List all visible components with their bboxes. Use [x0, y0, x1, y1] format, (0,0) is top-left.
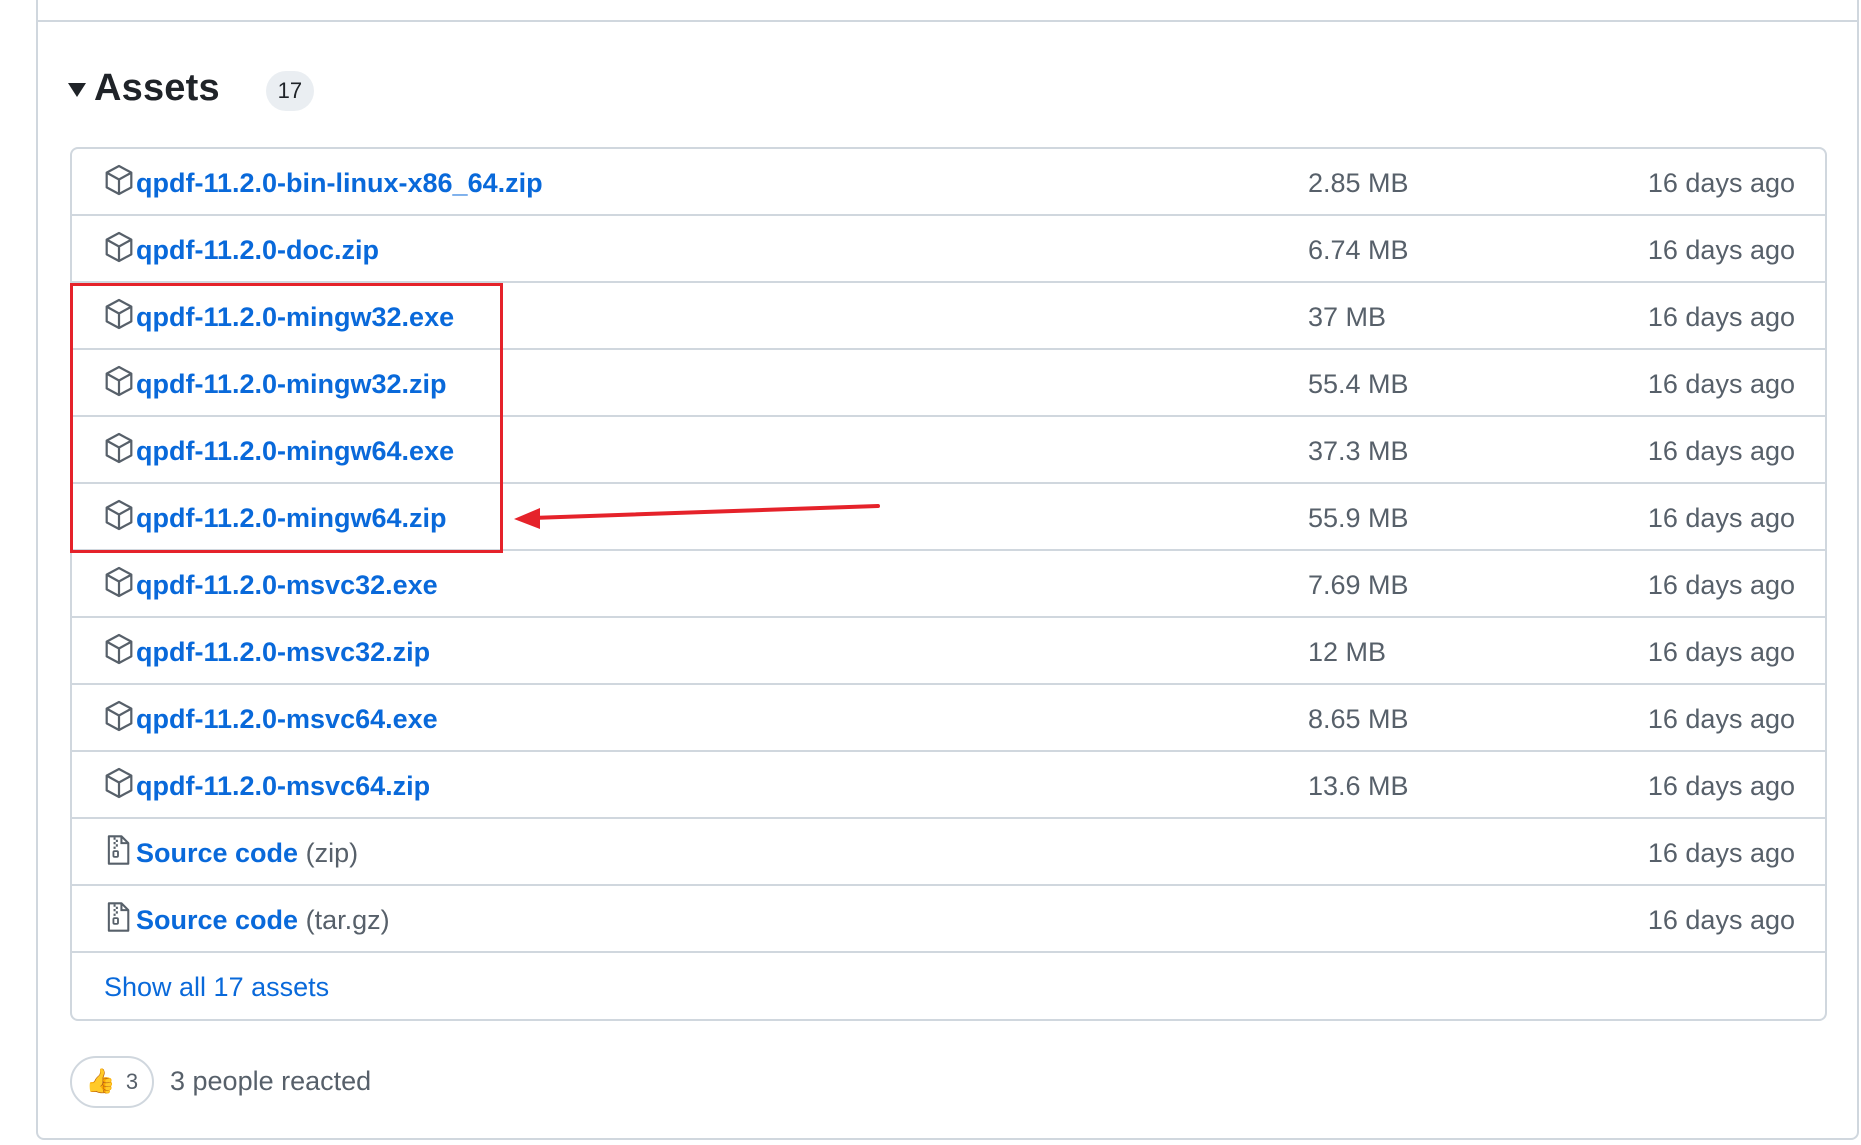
asset-row: qpdf-11.2.0-mingw32.zip 55.4 MB 16 days ag…: [72, 350, 1825, 417]
asset-row: qpdf-11.2.0-mingw64.zip 55.9 MB 16 days ag…: [72, 484, 1825, 551]
asset-date: 16 days ago: [1647, 838, 1795, 868]
caret-down-icon[interactable]: [68, 83, 86, 97]
asset-download-link[interactable]: qpdf-11.2.0-mingw32.zip: [136, 369, 447, 400]
asset-size: 2.85 MB: [1308, 168, 1409, 198]
asset-format-label: (zip): [305, 838, 359, 868]
asset-date: 16 days ago: [1647, 436, 1795, 466]
asset-size: 55.9 MB: [1308, 503, 1409, 533]
asset-download-link[interactable]: qpdf-11.2.0-msvc64.exe: [136, 704, 438, 735]
package-icon: [104, 231, 134, 263]
file-zip-icon: [104, 901, 134, 933]
asset-row: qpdf-11.2.0-mingw32.exe 37 MB 16 days ago: [72, 283, 1825, 350]
assets-header[interactable]: Assets 17: [68, 60, 314, 116]
asset-download-link[interactable]: qpdf-11.2.0-msvc32.zip: [136, 637, 430, 668]
asset-row: qpdf-11.2.0-msvc64.exe 8.65 MB 16 days ago: [72, 685, 1825, 752]
asset-date: 16 days ago: [1647, 369, 1795, 399]
asset-row: Source code (zip) 16 days ago: [72, 819, 1825, 886]
asset-size: 37.3 MB: [1308, 436, 1409, 466]
asset-date: 16 days ago: [1647, 905, 1795, 935]
asset-date: 16 days ago: [1647, 637, 1795, 667]
asset-size: 8.65 MB: [1308, 704, 1409, 734]
asset-row: Source code (tar.gz) 16 days ago: [72, 886, 1825, 953]
asset-download-link[interactable]: qpdf-11.2.0-doc.zip: [136, 235, 379, 266]
package-icon: [104, 298, 134, 330]
asset-download-link[interactable]: Source code: [136, 838, 298, 868]
package-icon: [104, 700, 134, 732]
asset-date: 16 days ago: [1647, 704, 1795, 734]
asset-date: 16 days ago: [1647, 168, 1795, 198]
asset-date: 16 days ago: [1647, 771, 1795, 801]
asset-size: 37 MB: [1308, 302, 1387, 332]
asset-row: qpdf-11.2.0-msvc32.exe 7.69 MB 16 days ago: [72, 551, 1825, 618]
asset-size: 12 MB: [1308, 637, 1387, 667]
asset-row: qpdf-11.2.0-msvc32.zip 12 MB 16 days ago: [72, 618, 1825, 685]
show-all-assets-link[interactable]: Show all 17 assets: [104, 972, 329, 1003]
reaction-count: 3: [125, 1069, 139, 1094]
thumbs-up-icon: 👍: [85, 1068, 116, 1095]
asset-row: qpdf-11.2.0-bin-linux-x86_64.zip 2.85 MB 1…: [72, 149, 1825, 216]
reaction-thumbs-up-button[interactable]: 👍 3: [70, 1056, 154, 1108]
asset-row: qpdf-11.2.0-doc.zip 6.74 MB 16 days ago: [72, 216, 1825, 283]
assets-count-badge: 17: [265, 71, 314, 111]
asset-date: 16 days ago: [1647, 302, 1795, 332]
asset-download-link[interactable]: qpdf-11.2.0-mingw32.exe: [136, 302, 454, 333]
asset-size: 7.69 MB: [1308, 570, 1409, 600]
divider: [38, 20, 1857, 22]
package-icon: [104, 164, 134, 196]
asset-date: 16 days ago: [1647, 570, 1795, 600]
package-icon: [104, 633, 134, 665]
asset-size: 6.74 MB: [1308, 235, 1409, 265]
package-icon: [104, 499, 134, 531]
asset-download-link[interactable]: qpdf-11.2.0-mingw64.exe: [136, 436, 454, 467]
file-zip-icon: [104, 834, 134, 866]
assets-title[interactable]: Assets: [94, 67, 220, 110]
asset-list: qpdf-11.2.0-bin-linux-x86_64.zip 2.85 MB 1…: [70, 147, 1827, 1021]
package-icon: [104, 566, 134, 598]
package-icon: [104, 432, 134, 464]
asset-download-link[interactable]: Source code: [136, 905, 298, 935]
reaction-summary: 3 people reacted: [170, 1066, 372, 1096]
package-icon: [104, 767, 134, 799]
asset-date: 16 days ago: [1647, 503, 1795, 533]
asset-row: qpdf-11.2.0-mingw64.exe 37.3 MB 16 days ag…: [72, 417, 1825, 484]
asset-download-link[interactable]: qpdf-11.2.0-mingw64.zip: [136, 503, 447, 534]
asset-size: 13.6 MB: [1308, 771, 1409, 801]
asset-download-link[interactable]: qpdf-11.2.0-msvc32.exe: [136, 570, 438, 601]
asset-download-link[interactable]: qpdf-11.2.0-bin-linux-x86_64.zip: [136, 168, 543, 199]
asset-row: qpdf-11.2.0-msvc64.zip 13.6 MB 16 days ago: [72, 752, 1825, 819]
package-icon: [104, 365, 134, 397]
asset-size: 55.4 MB: [1308, 369, 1409, 399]
asset-format-label: (tar.gz): [305, 905, 390, 935]
asset-download-link[interactable]: qpdf-11.2.0-msvc64.zip: [136, 771, 430, 802]
asset-date: 16 days ago: [1647, 235, 1795, 265]
